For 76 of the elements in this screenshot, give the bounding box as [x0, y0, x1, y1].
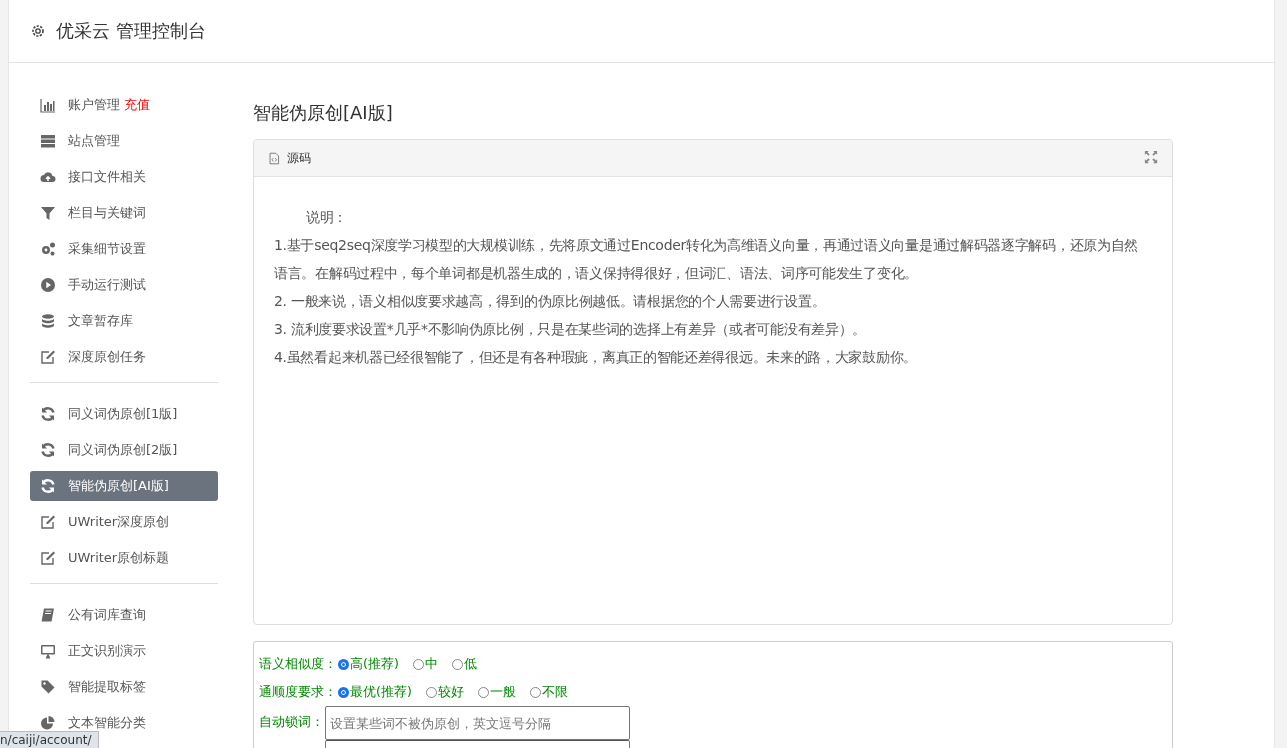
sidebar-item[interactable]: 接口文件相关 [30, 162, 218, 192]
page-title: 智能伪原创[AI版] [253, 101, 394, 125]
radio-option[interactable]: 一般 [477, 683, 516, 701]
item-label: 手动运行测试 [68, 276, 146, 294]
app-title: 优采云 管理控制台 [56, 19, 206, 43]
sidebar-item[interactable]: UWriter原创标题 [30, 543, 218, 573]
field-label: 通顺度要求： [259, 683, 337, 701]
radio-option[interactable]: 最优(推荐) [338, 683, 412, 701]
radio-option[interactable]: 较好 [425, 683, 464, 701]
fullscreen-icon [1144, 149, 1158, 164]
radio-button[interactable] [338, 658, 349, 670]
database-icon [40, 313, 56, 329]
sidebar-item[interactable]: 同义词伪原创[1版] [30, 399, 218, 429]
item-label: 账户管理 [68, 96, 120, 114]
radio-option[interactable]: 中 [412, 655, 438, 673]
gear-icon [30, 23, 46, 39]
item-label: 接口文件相关 [68, 168, 146, 186]
sidebar-item[interactable]: 栏目与关键词 [30, 198, 218, 228]
radio-option[interactable]: 不限 [529, 683, 568, 701]
sidebar-item[interactable]: 正文识别演示 [30, 636, 218, 666]
item-label: UWriter原创标题 [68, 549, 170, 567]
recharge-link[interactable]: 充值 [124, 96, 150, 114]
sidebar-item[interactable]: 账户管理 充值 [30, 90, 218, 120]
refresh-icon [40, 478, 56, 494]
note-paragraph: 3. 流利度要求设置*几乎*不影响伪原比例，只是在某些词的选择上有差异（或者可能没有差异）。 [274, 320, 867, 339]
tag-icon [40, 679, 56, 695]
sidebar-item[interactable]: 采集细节设置 [30, 234, 218, 264]
status-url: n/caiji/account/ [0, 733, 92, 747]
play-icon [40, 277, 56, 293]
server-icon [40, 133, 56, 149]
item-label: 同义词伪原创[2版] [68, 441, 178, 459]
bar-chart-icon [40, 97, 56, 113]
item-label: 公有词库查询 [68, 606, 146, 624]
item-label: 站点管理 [68, 132, 120, 150]
note-paragraph: 4.虽然看起来机器已经很智能了，但还是有各种瑕疵，离真正的智能还差得很远。未来的路，大家鼓励你。 [274, 348, 918, 367]
note-paragraph: 2. 一般来说，语义相似度要求越高，得到的伪原比例越低。请根据您的个人需要进行设置。 [274, 292, 827, 311]
sidebar-item[interactable]: UWriter深度原创 [30, 507, 218, 537]
radio-button[interactable] [338, 686, 349, 698]
pie-chart-icon [40, 715, 56, 731]
item-label: 文章暂存库 [68, 312, 133, 330]
sidebar-item[interactable]: 深度原创任务 [30, 342, 218, 372]
monitor-icon [40, 643, 56, 659]
sidebar-item[interactable]: 智能提取标签 [30, 672, 218, 702]
sidebar-item[interactable]: 公有词库查询 [30, 600, 218, 630]
sidebar-item[interactable]: 手动运行测试 [30, 270, 218, 300]
refresh-icon [40, 442, 56, 458]
field-label: 语义相似度： [259, 655, 337, 673]
sidebar-item[interactable]: 站点管理 [30, 126, 218, 156]
note-heading: 说明： [305, 208, 349, 227]
sidebar-item[interactable]: 文章暂存库 [30, 306, 218, 336]
source-button[interactable]: 源码 [268, 149, 311, 167]
item-label: UWriter深度原创 [68, 513, 170, 531]
note-paragraph: 1.基于seq2seq深度学习模型的大规模训练，先将原文通过Encoder转化为高维语义向量，再通过语义向量是通过解码器逐字解码，还原为自然语言。在解码过程中，每个单词都是机器生成的，语义保持得很好，但词汇、语法、词序可能发生了变化。 [274, 236, 1140, 283]
edit-icon [40, 514, 56, 530]
gears-icon [40, 241, 56, 257]
radio-option[interactable]: 高(推荐) [338, 655, 399, 673]
edit-icon [40, 349, 56, 365]
filter-icon [40, 205, 56, 221]
input-field[interactable]: 设置某些词不被伪原创，英文逗号分隔 [325, 706, 630, 740]
refresh-icon [40, 406, 56, 422]
item-label: 同义词伪原创[1版] [68, 405, 178, 423]
item-label: 智能提取标签 [68, 678, 146, 696]
item-label: 文本智能分类 [68, 714, 146, 732]
code-file-icon [268, 151, 281, 165]
item-label: 采集细节设置 [68, 240, 146, 258]
item-label: 栏目与关键词 [68, 204, 146, 222]
radio-option[interactable]: 低 [451, 655, 477, 673]
book-icon [40, 607, 56, 623]
sidebar-item[interactable]: 智能伪原创[AI版] [30, 471, 218, 501]
cloud-upload-icon [40, 169, 56, 185]
sidebar-item[interactable]: 同义词伪原创[2版] [30, 435, 218, 465]
item-label: 正文识别演示 [68, 642, 146, 660]
edit-icon [40, 550, 56, 566]
item-label: 深度原创任务 [68, 348, 146, 366]
field-label: 自动锁词： [259, 713, 324, 731]
item-label: 智能伪原创[AI版] [68, 477, 169, 495]
